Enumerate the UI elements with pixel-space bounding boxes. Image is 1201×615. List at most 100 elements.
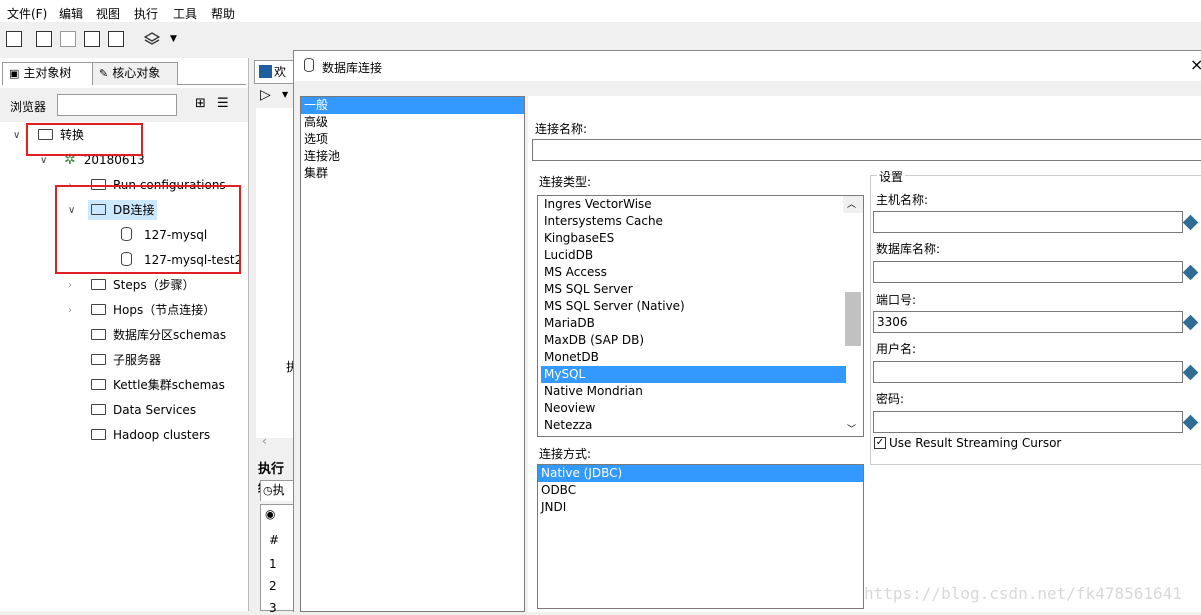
table-row: 1 <box>269 557 277 571</box>
tab-welcome[interactable]: 欢 <box>254 60 294 84</box>
tree-item-steps[interactable]: Steps（步骤） <box>91 275 195 295</box>
port-input[interactable]: 3306 <box>873 311 1183 333</box>
dialog-title-bar: 数据库连接 × <box>294 51 1201 81</box>
scroll-up-icon[interactable]: ︿ <box>847 197 856 214</box>
username-input[interactable] <box>873 361 1183 383</box>
open-folder-icon[interactable] <box>36 31 52 47</box>
connection-type-item[interactable]: MS Access <box>541 264 863 281</box>
nav-item-clustering[interactable]: 集群 <box>301 165 524 182</box>
expand-tree-icon[interactable]: ⊞ <box>195 96 206 111</box>
connection-type-item[interactable]: MySQL <box>541 366 846 383</box>
tab-core-objects[interactable]: ✎ 核心对象 <box>92 62 178 85</box>
canvas-toolbar: ▷ ▼ <box>250 84 294 108</box>
tab-core-objects-label: 核心对象 <box>112 66 161 80</box>
nav-item-advanced[interactable]: 高级 <box>301 114 524 131</box>
connection-type-item[interactable]: KingbaseES <box>541 230 863 247</box>
connection-type-item[interactable]: Neoview <box>541 400 863 417</box>
access-method-item[interactable]: JNDI <box>538 499 863 516</box>
connection-type-item[interactable]: MS SQL Server <box>541 281 863 298</box>
layers-icon[interactable] <box>143 31 161 47</box>
connection-type-item[interactable]: Netezza <box>541 417 863 434</box>
connection-type-item[interactable]: MS SQL Server (Native) <box>541 298 863 315</box>
password-label: 密码: <box>876 392 905 406</box>
nav-item-pooling[interactable]: 连接池 <box>301 148 524 165</box>
chevron-down-icon[interactable]: ∨ <box>13 130 20 141</box>
tab-main-tree[interactable]: ▣ 主对象树 <box>2 62 98 85</box>
save-as-icon[interactable] <box>108 31 124 47</box>
connection-type-item[interactable]: LucidDB <box>541 247 863 264</box>
folder-icon <box>91 429 106 440</box>
menu-edit[interactable]: 编辑 <box>59 5 83 22</box>
results-table: ◉ # 1 2 3 <box>260 504 294 615</box>
connection-type-item[interactable]: MariaDB <box>541 315 863 332</box>
access-method-item[interactable]: Native (JDBC) <box>538 465 863 482</box>
menu-run[interactable]: 执行 <box>134 5 158 22</box>
folder-icon <box>91 279 106 290</box>
close-button[interactable]: × <box>1190 55 1201 74</box>
tree-item-partition-schemas[interactable]: 数据库分区schemas <box>91 325 226 345</box>
tab-welcome-label: 欢 <box>274 65 287 79</box>
explore-repository-icon[interactable] <box>60 31 76 47</box>
chevron-right-icon[interactable]: › <box>68 280 72 291</box>
tree-item-hops[interactable]: Hops（节点连接） <box>91 300 215 320</box>
clock-icon: ◷ <box>263 484 273 497</box>
run-icon[interactable]: ▷ <box>260 87 271 103</box>
collapse-tree-icon[interactable]: ☰ <box>217 96 229 111</box>
menu-help[interactable]: 帮助 <box>211 5 235 22</box>
access-method-item[interactable]: ODBC <box>538 482 863 499</box>
chevron-down-icon[interactable]: ∨ <box>40 155 47 166</box>
tree-label: 子服务器 <box>113 353 162 367</box>
scroll-down-icon[interactable]: ﹀ <box>847 422 856 436</box>
nav-item-options[interactable]: 选项 <box>301 131 524 148</box>
eye-icon[interactable]: ◉ <box>265 507 275 521</box>
tree-tab-icon: ▣ <box>9 67 20 80</box>
highlight-box <box>55 185 241 274</box>
connection-name-input[interactable] <box>532 139 1201 161</box>
database-icon <box>304 58 314 72</box>
new-file-icon[interactable] <box>6 31 22 47</box>
host-name-input[interactable] <box>873 211 1183 233</box>
browser-row: 浏览器 ⊞ ☰ <box>0 88 248 122</box>
browser-search-input[interactable] <box>57 94 177 116</box>
database-name-input[interactable] <box>873 261 1183 283</box>
scrollbar[interactable]: ︿ ﹀ <box>843 196 863 435</box>
menu-tools[interactable]: 工具 <box>173 5 197 22</box>
connection-type-item[interactable]: Ingres VectorWise <box>541 196 863 213</box>
left-tabs: ▣ 主对象树 ✎ 核心对象 <box>2 60 246 85</box>
column-header: # <box>269 533 280 547</box>
scroll-thumb[interactable] <box>845 292 861 346</box>
connection-type-item[interactable]: MaxDB (SAP DB) <box>541 332 863 349</box>
chevron-down-icon[interactable]: ▼ <box>170 34 177 44</box>
folder-icon <box>91 304 106 315</box>
tab-execution-history[interactable]: ◷执 <box>260 480 296 501</box>
chevron-down-icon[interactable]: ▼ <box>282 90 288 99</box>
tree-item-slave-servers[interactable]: 子服务器 <box>91 350 161 370</box>
dialog-nav-list: 一般 高级 选项 连接池 集群 <box>300 96 525 612</box>
chevron-right-icon[interactable]: › <box>68 305 72 316</box>
folder-icon <box>91 354 106 365</box>
table-row: 3 <box>269 601 277 615</box>
streaming-cursor-checkbox[interactable]: ✓ <box>874 437 886 449</box>
menu-view[interactable]: 视图 <box>96 5 120 22</box>
database-name-label: 数据库名称: <box>876 242 941 256</box>
folder-icon <box>91 379 106 390</box>
menu-bar: 文件(F) 编辑 视图 执行 工具 帮助 <box>0 0 1201 22</box>
tree-item-hadoop-clusters[interactable]: Hadoop clusters <box>91 425 210 445</box>
canvas-area: 欢 ▷ ▼ 执 ‹ 执行结 ◷执 ◉ # 1 2 3 <box>250 58 298 615</box>
scroll-left-icon[interactable]: ‹ <box>262 434 267 448</box>
connection-name-label: 连接名称: <box>535 122 588 136</box>
connection-type-item[interactable]: Native Mondrian <box>541 383 863 400</box>
password-input[interactable] <box>873 411 1183 433</box>
menu-file[interactable]: 文件(F) <box>7 5 47 22</box>
access-method-list: Native (JDBC) ODBC JNDI <box>537 464 864 609</box>
tree-item-cluster-schemas[interactable]: Kettle集群schemas <box>91 375 225 395</box>
nav-item-general[interactable]: 一般 <box>301 97 524 114</box>
connection-type-item[interactable]: MonetDB <box>541 349 863 366</box>
save-icon[interactable] <box>84 31 100 47</box>
streaming-cursor-label: Use Result Streaming Cursor <box>889 436 1062 450</box>
canvas[interactable]: 执 <box>256 108 298 438</box>
database-connection-dialog: 数据库连接 × 一般 高级 选项 连接池 集群 连接名称: 连接类型: Ingr… <box>293 50 1201 612</box>
tree-item-data-services[interactable]: Data Services <box>91 400 196 420</box>
connection-type-item[interactable]: Intersystems Cache <box>541 213 863 230</box>
tree-label: Hadoop clusters <box>113 428 211 442</box>
